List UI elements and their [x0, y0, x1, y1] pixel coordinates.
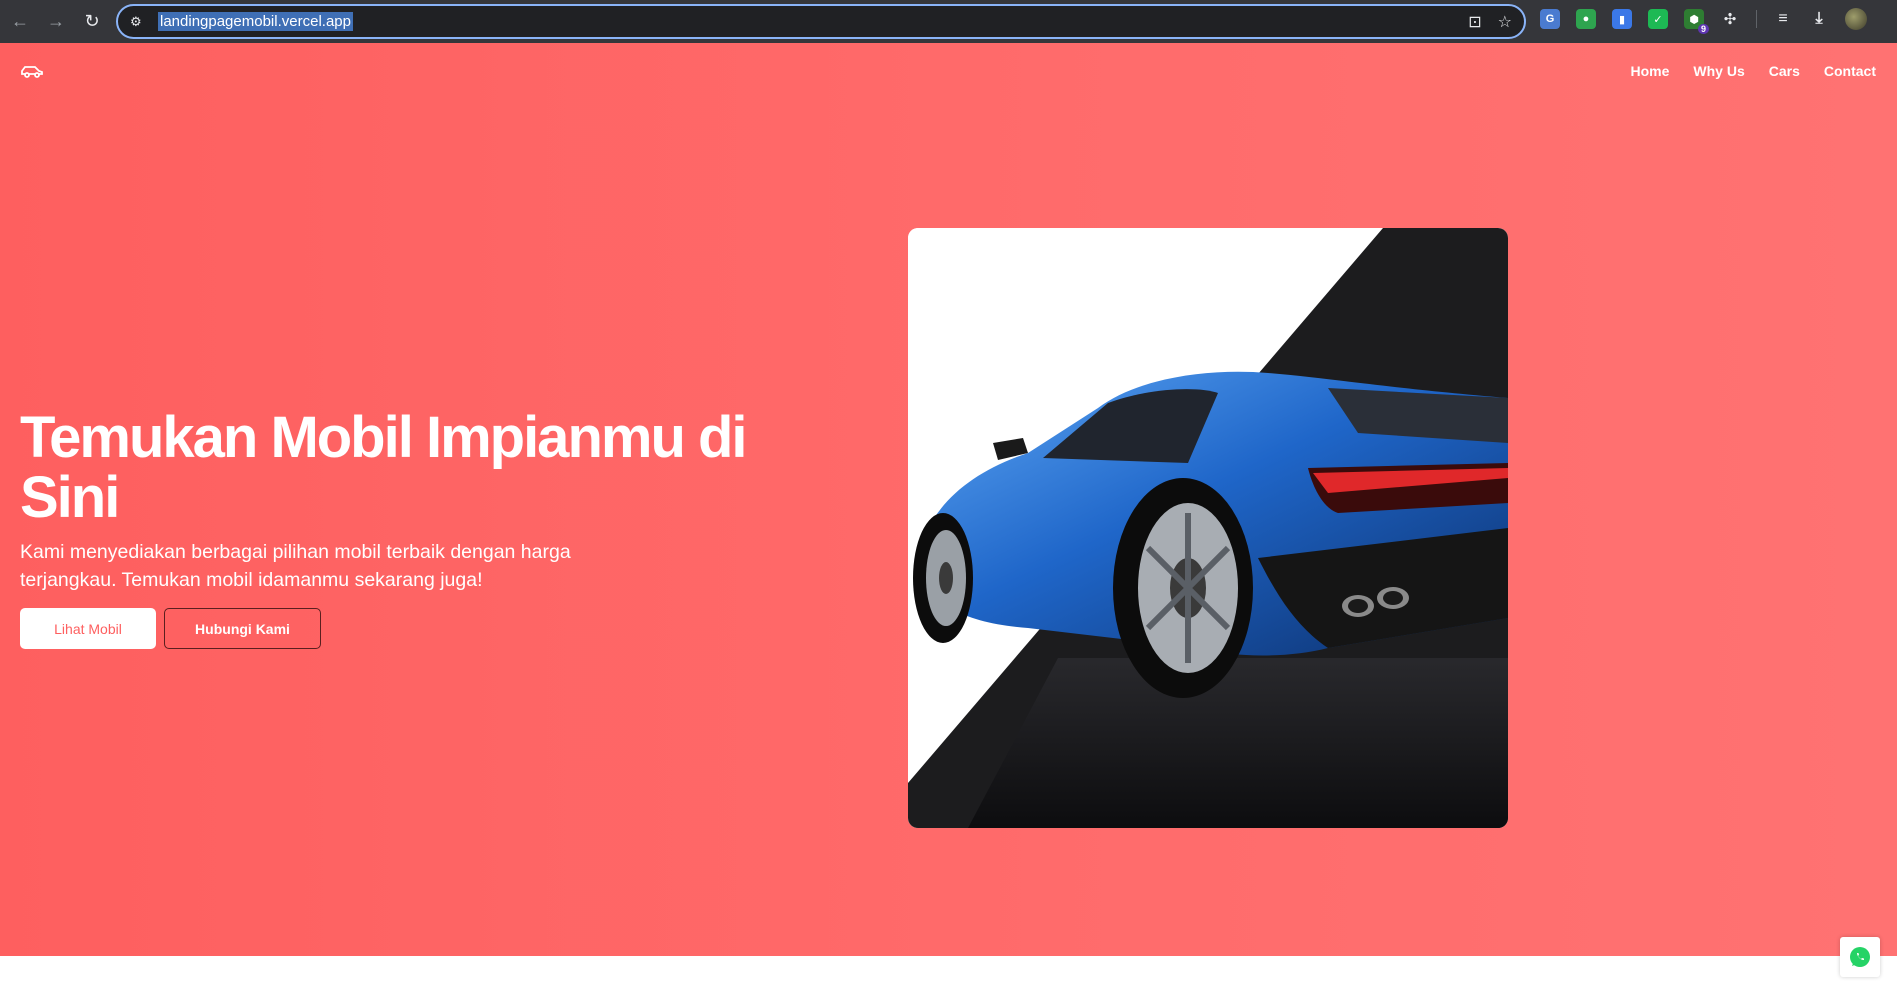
nav-home[interactable]: Home	[1630, 63, 1669, 79]
nav-contact[interactable]: Contact	[1824, 63, 1876, 79]
install-app-icon[interactable]: ⊡	[1468, 12, 1481, 32]
forward-arrow-icon[interactable]: →	[40, 6, 72, 38]
contact-us-button[interactable]: Hubungi Kami	[164, 608, 321, 649]
back-arrow-icon[interactable]: ←	[4, 6, 36, 38]
hero-car-image	[908, 228, 1508, 828]
hero-section: Home Why Us Cars Contact Temukan Mobil I…	[0, 43, 1897, 956]
nav-cars[interactable]: Cars	[1769, 63, 1800, 79]
browser-toolbar: ← → ↻ ⚙ landingpagemobil.vercel.app ⊡ ☆ …	[0, 0, 1897, 43]
profile-avatar[interactable]	[1845, 8, 1867, 30]
hero-description: Kami menyediakan berbagai pilihan mobil …	[20, 541, 571, 591]
check-extension-icon[interactable]: ✓	[1648, 9, 1668, 29]
bookmark-star-icon[interactable]: ☆	[1498, 12, 1512, 32]
hero-title: Temukan Mobil Impianmu di Sini	[20, 405, 748, 530]
translate-extension-icon[interactable]: G	[1540, 9, 1560, 29]
color-extension-icon[interactable]: ●	[1576, 9, 1596, 29]
view-cars-button[interactable]: Lihat Mobil	[20, 608, 156, 649]
main-nav: Home Why Us Cars Contact	[1630, 63, 1876, 79]
reading-list-icon[interactable]: ≡	[1773, 9, 1793, 29]
site-settings-icon[interactable]: ⚙	[130, 14, 152, 30]
whatsapp-chat-button[interactable]	[1840, 937, 1880, 977]
reload-icon[interactable]: ↻	[76, 6, 108, 38]
docs-extension-icon[interactable]: ▮	[1612, 9, 1632, 29]
whatsapp-icon	[1850, 947, 1870, 967]
download-icon[interactable]: ⤓	[1809, 9, 1829, 29]
url-text[interactable]: landingpagemobil.vercel.app	[158, 12, 353, 31]
toolbar-divider	[1756, 10, 1757, 28]
extension-badge: 9	[1697, 24, 1709, 34]
nav-why-us[interactable]: Why Us	[1693, 63, 1744, 79]
extensions-area: G ● ▮ ✓ ⬢ 9 ✣ ≡ ⤓	[1540, 8, 1867, 34]
extensions-puzzle-icon[interactable]: ✣	[1720, 9, 1740, 29]
address-bar[interactable]: ⚙ landingpagemobil.vercel.app ⊡ ☆	[116, 4, 1526, 39]
shield-extension-icon[interactable]: ⬢ 9	[1684, 9, 1709, 34]
car-logo-icon[interactable]	[20, 63, 44, 84]
